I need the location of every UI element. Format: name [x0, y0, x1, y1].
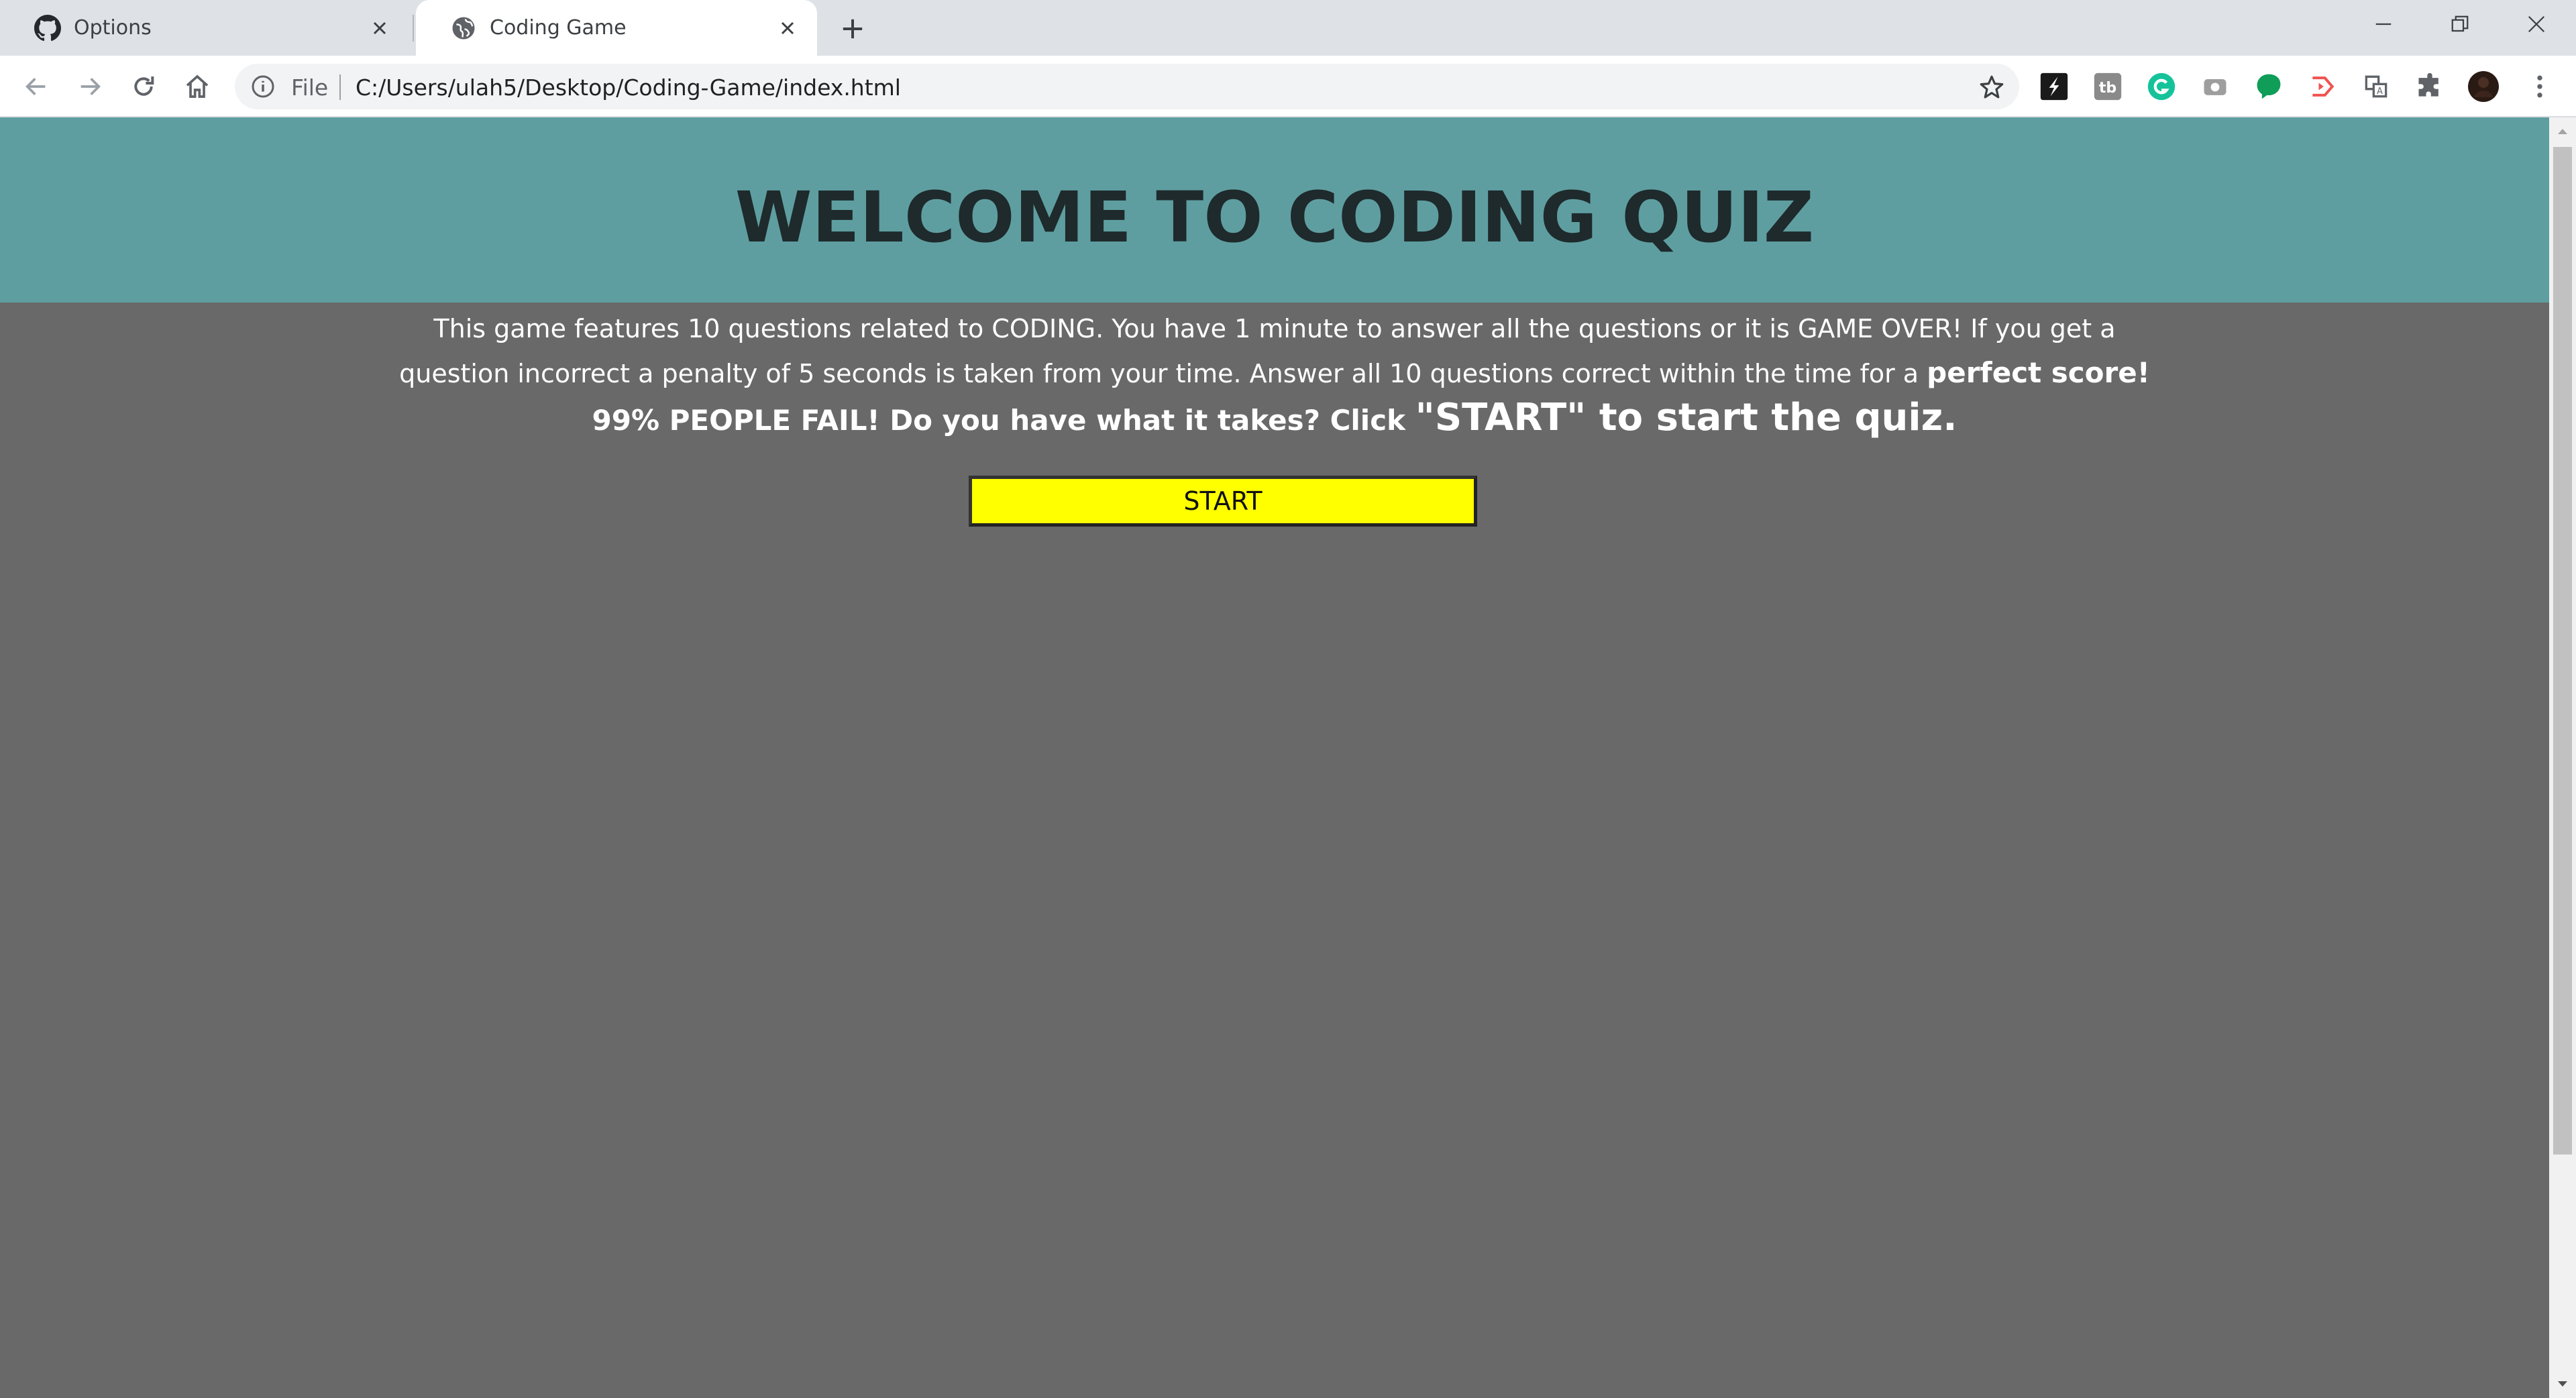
- menu-icon[interactable]: [2524, 70, 2556, 103]
- restore-button[interactable]: [2422, 0, 2498, 48]
- svg-text:tb: tb: [2099, 80, 2116, 97]
- start-button[interactable]: START: [969, 476, 1477, 527]
- cast-icon[interactable]: [2306, 70, 2339, 103]
- intro-plain: This game features 10 questions related …: [399, 314, 2116, 388]
- chat-bubble-icon[interactable]: [2253, 70, 2285, 103]
- intro-text: This game features 10 questions related …: [376, 307, 2174, 443]
- reload-button[interactable]: [126, 69, 161, 104]
- camera-icon[interactable]: [2199, 70, 2231, 103]
- svg-text:A: A: [2377, 87, 2383, 97]
- tab-title: Options: [74, 16, 152, 40]
- translate-icon[interactable]: A: [2360, 70, 2392, 103]
- back-button[interactable]: [19, 69, 54, 104]
- intro-bold-3: "START" to start the quiz.: [1415, 396, 1957, 439]
- address-bar[interactable]: File C:/Users/ulah5/Desktop/Coding-Game/…: [235, 64, 2019, 109]
- scroll-down-arrow-icon[interactable]: [2549, 1374, 2576, 1394]
- tab-coding-game[interactable]: Coding Game: [416, 0, 817, 56]
- tab-title: Coding Game: [490, 16, 627, 40]
- tab-divider: [413, 15, 414, 42]
- page-viewport: WELCOME TO CODING QUIZ This game feature…: [0, 117, 2549, 1398]
- github-icon: [34, 14, 62, 42]
- intro-bold-2: have what it takes? Click: [1010, 404, 1415, 437]
- scroll-up-arrow-icon[interactable]: [2549, 121, 2576, 142]
- bookmark-star-icon[interactable]: [1978, 73, 2006, 101]
- close-icon[interactable]: [774, 15, 801, 42]
- forward-button[interactable]: [72, 69, 107, 104]
- close-icon[interactable]: [366, 15, 393, 42]
- avatar[interactable]: [2467, 70, 2500, 103]
- home-button[interactable]: [180, 69, 215, 104]
- scrollbar-thumb[interactable]: [2553, 147, 2572, 1154]
- browser-toolbar: File C:/Users/ulah5/Desktop/Coding-Game/…: [0, 56, 2576, 117]
- sparkle-icon[interactable]: [2038, 70, 2070, 103]
- scrollbar[interactable]: [2549, 117, 2576, 1398]
- minimize-button[interactable]: [2345, 0, 2422, 48]
- scheme-label: File: [291, 74, 329, 101]
- new-tab-button[interactable]: [837, 13, 868, 44]
- globe-icon: [449, 14, 478, 42]
- tab-options[interactable]: Options: [0, 0, 409, 56]
- grammarly-icon[interactable]: [2145, 70, 2178, 103]
- tb-icon[interactable]: tb: [2092, 70, 2124, 103]
- omnibox-divider: [339, 74, 341, 100]
- info-icon[interactable]: [251, 74, 275, 99]
- close-window-button[interactable]: [2498, 0, 2575, 48]
- puzzle-icon[interactable]: [2414, 70, 2446, 103]
- page-header: WELCOME TO CODING QUIZ: [0, 117, 2549, 303]
- page-title: WELCOME TO CODING QUIZ: [735, 176, 1815, 258]
- tab-strip: Options Coding Game: [0, 0, 2576, 56]
- url-text[interactable]: C:/Users/ulah5/Desktop/Coding-Game/index…: [356, 74, 901, 101]
